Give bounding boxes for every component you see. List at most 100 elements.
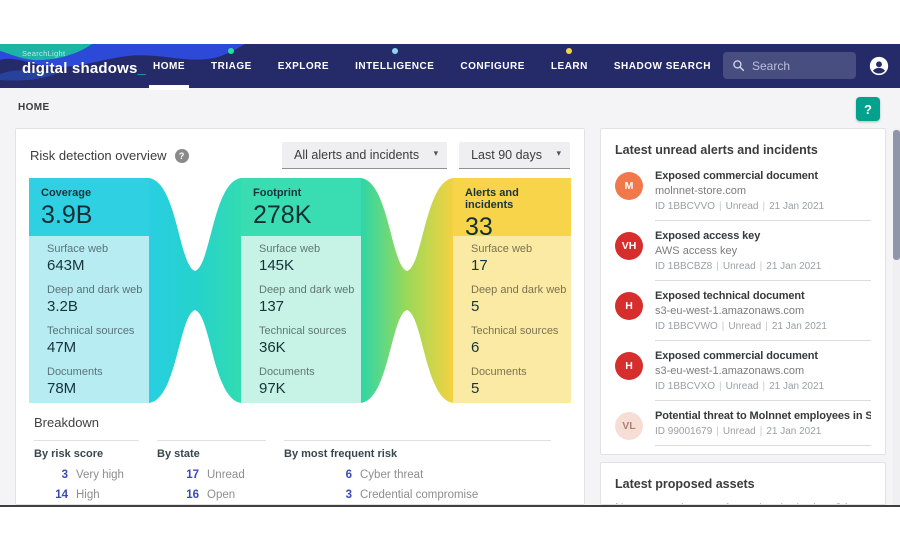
nav-item-configure[interactable]: CONFIGURE [447, 44, 538, 88]
breakdown-stat-row[interactable]: 3Very high [34, 469, 157, 481]
alert-subtitle: molnnet-store.com [655, 185, 871, 197]
meta-separator: | [762, 201, 765, 212]
meta-separator: | [760, 426, 763, 437]
overview-help-icon[interactable]: ? [175, 149, 189, 163]
funnel-column-title: Alerts and incidents [465, 187, 567, 211]
alert-subtitle: s3-eu-west-1.amazonaws.com [655, 305, 871, 317]
funnel-row-value: 17 [471, 257, 567, 274]
chevron-down-icon: ▾ [434, 148, 439, 159]
breakdown-group-by-risk-score: By risk score 3Very high 14High [34, 440, 157, 505]
alert-id: ID 99001679 [655, 426, 712, 437]
breakdown-groups: By risk score 3Very high 14High By state 17U… [34, 440, 569, 505]
alert-title: Exposed technical document [655, 290, 871, 302]
screenshot-canvas: SearchLight digital shadows_ HOMETRIAGEE… [0, 0, 900, 550]
alert-list-item[interactable]: VLPotential threat to Molnnet employees … [615, 401, 871, 446]
alert-list-item[interactable]: HExposed commercial documents3-eu-west-1… [615, 341, 871, 401]
alert-title: Exposed commercial document [655, 170, 871, 182]
alert-title: Exposed commercial document [655, 350, 871, 362]
alert-item-body: Exposed commercial documents3-eu-west-1.… [655, 350, 871, 401]
alert-list-item[interactable]: VHExposed access keyAWS access keyID 1BB… [615, 221, 871, 281]
funnel-row: Technical sources36K [259, 325, 357, 356]
assets-empty-message: No proposed assets for review in the las… [601, 495, 885, 505]
overview-filters: All alerts and incidents ▾ Last 90 days … [282, 142, 570, 169]
funnel-row-label: Technical sources [259, 325, 357, 337]
meta-separator: | [716, 426, 719, 437]
account-icon[interactable] [868, 55, 890, 77]
breakdown-group-by-most-frequent-risk: By most frequent risk 6Cyber threat 3Crede… [284, 440, 569, 505]
breakdown-group-title: By most frequent risk [284, 448, 569, 460]
funnel-row-value: 97K [259, 380, 357, 397]
alert-item-body: Exposed technical document s3-eu-west-1.a… [655, 290, 871, 341]
meta-separator: | [716, 261, 719, 272]
alerts-panel-title: Latest unread alerts and incidents [601, 129, 885, 161]
help-button[interactable]: ? [856, 97, 880, 121]
nav-notification-dot [392, 48, 398, 54]
alert-list-item[interactable]: H Exposed technical document s3-eu-west-1.… [615, 281, 871, 341]
nav-item-learn[interactable]: LEARN [538, 44, 601, 88]
funnel-row: Technical sources6 [471, 325, 567, 356]
severity-avatar: VH [615, 232, 643, 260]
funnel-row: Surface web 17 [471, 243, 567, 274]
alert-date: 21 Jan 2021 [766, 261, 821, 272]
alert-meta: ID 1BBCVXO|Unread|21 Jan 2021 [655, 381, 871, 392]
breakdown-stat-row[interactable]: 6Cyber threat [284, 469, 569, 481]
primary-nav: HOMETRIAGEEXPLORE INTELLIGENCE CONFIGURE LE… [140, 44, 724, 88]
funnel-row-label: Surface web [471, 243, 567, 255]
nav-item-triage[interactable]: TRIAGE [198, 44, 265, 88]
alert-meta: ID 1BBCBZ8|Unread|21 Jan 2021 [655, 261, 871, 272]
alert-subtitle: AWS access key [655, 245, 871, 257]
funnel-column-title: Coverage [41, 187, 145, 199]
nav-item-home[interactable]: HOME [140, 44, 198, 88]
nav-item-label: CONFIGURE [460, 61, 525, 72]
funnel-row-value: 137 [259, 298, 357, 315]
divider [34, 440, 139, 441]
chevron-down-icon: ▾ [556, 148, 561, 159]
nav-item-label: LEARN [551, 61, 588, 72]
nav-item-intelligence[interactable]: INTELLIGENCE [342, 44, 447, 88]
breakdown-stat-row[interactable]: 16Open [157, 489, 284, 501]
severity-avatar: H [615, 292, 643, 320]
nav-item-shadow-search[interactable]: SHADOW SEARCH [601, 44, 724, 88]
daterange-filter-value: Last 90 days [471, 148, 542, 162]
alert-date: 21 Jan 2021 [769, 381, 824, 392]
funnel-row: Surface web643M [47, 243, 145, 274]
nav-item-label: INTELLIGENCE [355, 61, 434, 72]
breakdown-group-title: By risk score [34, 448, 157, 460]
search-input[interactable] [752, 59, 842, 73]
funnel-row-value: 47M [47, 339, 145, 356]
funnel-row: Technical sources47M [47, 325, 145, 356]
nav-notification-dot [228, 48, 234, 54]
risk-overview-panel: Risk detection overview ? All alerts and… [15, 128, 585, 505]
breakdown-group-title: By state [157, 448, 284, 460]
funnel-row: Documents5 [471, 366, 567, 397]
breakdown-title: Breakdown [34, 415, 569, 430]
scrollbar-thumb[interactable] [893, 130, 900, 260]
breakdown-stat-row[interactable]: 3Credential compromise [284, 489, 569, 501]
breakdown-stat-row[interactable]: 14High [34, 489, 157, 501]
meta-separator: | [765, 321, 768, 332]
overview-header: Risk detection overview ? All alerts and… [16, 129, 584, 175]
brand-logo[interactable]: SearchLight digital shadows_ [22, 50, 146, 77]
overview-title: Risk detection overview [30, 148, 167, 163]
breakdown-stat-count: 6 [284, 469, 352, 481]
alerts-filter-select[interactable]: All alerts and incidents ▾ [282, 142, 447, 169]
funnel-column-body: Surface web17Deep and dark web5Technical… [453, 236, 571, 403]
logo-searchlight-label: SearchLight [22, 50, 146, 58]
alert-list-item[interactable]: MExposed commercial documentmolnnet-stor… [615, 161, 871, 221]
alert-id: ID 1BBCVXO [655, 381, 715, 392]
alert-date: 21 Jan 2021 [769, 201, 824, 212]
alert-title: Potential threat to Molnnet employees in… [655, 410, 871, 422]
breakdown-stat-row[interactable]: 17Unread [157, 469, 284, 481]
nav-item-explore[interactable]: EXPLORE [265, 44, 342, 88]
funnel-column-header: Alerts and incidents33 [453, 178, 571, 236]
alerts-filter-value: All alerts and incidents [294, 148, 419, 162]
alert-meta: ID 99001679|Unread|21 Jan 2021 [655, 426, 871, 437]
daterange-filter-select[interactable]: Last 90 days ▾ [459, 142, 570, 169]
funnel-column-header: Coverage3.9B [29, 178, 149, 236]
funnel-row-label: Deep and dark web [47, 284, 145, 296]
funnel-row-label: Documents [47, 366, 145, 378]
global-search[interactable] [723, 52, 856, 79]
funnel-row: Documents97K [259, 366, 357, 397]
page-scrollbar[interactable] [893, 128, 900, 505]
nav-notification-dot [566, 48, 572, 54]
